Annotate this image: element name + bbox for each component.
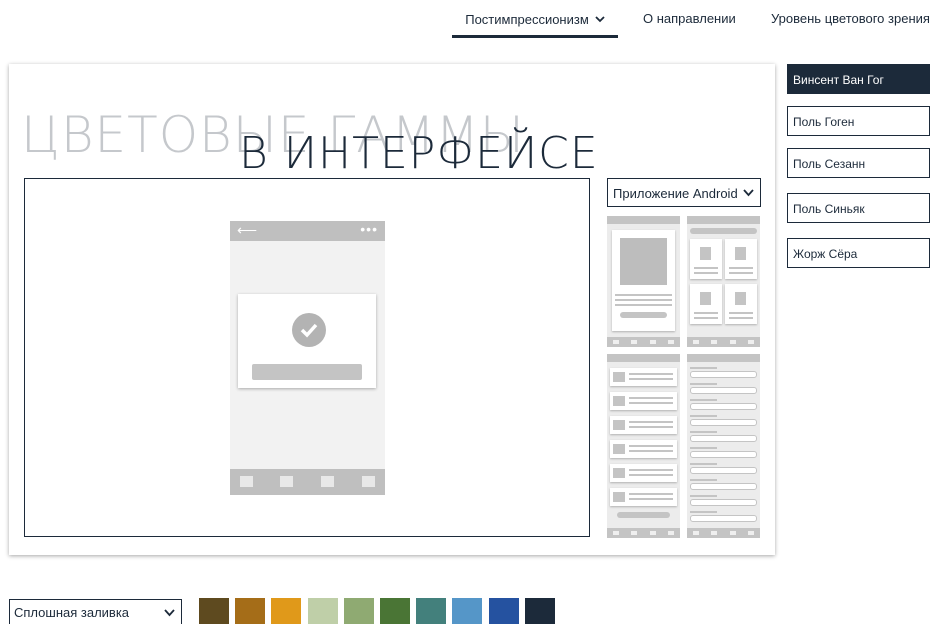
chevron-down-icon bbox=[595, 11, 605, 26]
app-type-label: Приложение Android bbox=[613, 186, 738, 201]
color-swatch[interactable] bbox=[307, 598, 338, 624]
nav-about-link[interactable]: О направлении bbox=[643, 11, 736, 26]
color-swatch[interactable] bbox=[199, 598, 229, 624]
fill-type-label: Сплошная заливка bbox=[14, 605, 130, 620]
app-type-select[interactable]: Приложение Android bbox=[607, 178, 761, 207]
artist-item-signac[interactable]: Поль Синьяк bbox=[787, 193, 930, 223]
page-title: В ИНТЕРФЕЙСЕ bbox=[239, 128, 599, 179]
dialog-button bbox=[252, 364, 362, 380]
color-swatch[interactable] bbox=[524, 598, 555, 624]
phone-mockup: ⟵ ••• bbox=[230, 221, 385, 495]
color-swatch[interactable] bbox=[488, 598, 519, 624]
main-card: ЦВЕТОВЫЕ ГАММЫ В ИНТЕРФЕЙСЕ ⟵ ••• Прилож… bbox=[9, 64, 775, 555]
screen-thumbnail-form[interactable] bbox=[687, 354, 760, 538]
artist-item-seurat[interactable]: Жорж Сёра bbox=[787, 238, 930, 268]
nav-style-label: Постимпрессионизм bbox=[465, 12, 589, 27]
artist-item-van-gogh[interactable]: Винсент Ван Гог bbox=[787, 64, 930, 94]
clipboard-icon bbox=[725, 239, 757, 279]
clipboard-icon bbox=[725, 284, 757, 324]
screen-thumbnail-detail[interactable] bbox=[607, 216, 680, 347]
color-swatch[interactable] bbox=[343, 598, 374, 624]
clipboard-icon bbox=[690, 239, 722, 279]
clipboard-icon bbox=[690, 284, 722, 324]
phone-app-bar: ⟵ ••• bbox=[230, 221, 385, 241]
artist-item-gauguin[interactable]: Поль Гоген bbox=[787, 106, 930, 136]
preview-panel: ⟵ ••• bbox=[24, 178, 590, 537]
check-icon bbox=[292, 313, 326, 347]
more-icon: ••• bbox=[360, 221, 378, 237]
image-icon bbox=[362, 476, 375, 487]
chevron-down-icon bbox=[164, 605, 175, 620]
success-dialog bbox=[238, 294, 376, 388]
artist-item-cezanne[interactable]: Поль Сезанн bbox=[787, 148, 930, 178]
top-nav: Постимпрессионизм О направлении Уровень … bbox=[0, 0, 932, 40]
image-placeholder-icon bbox=[620, 238, 667, 285]
phone-bottom-bar bbox=[230, 469, 385, 495]
fill-type-select[interactable]: Сплошная заливка bbox=[9, 599, 182, 624]
color-swatch[interactable] bbox=[380, 598, 410, 624]
color-swatch[interactable] bbox=[271, 598, 302, 624]
chevron-down-icon bbox=[743, 185, 754, 200]
screen-thumbnail-grid[interactable] bbox=[687, 216, 760, 347]
back-arrow-icon: ⟵ bbox=[237, 222, 258, 238]
color-swatch[interactable] bbox=[235, 598, 266, 624]
image-icon bbox=[280, 476, 293, 487]
nav-color-vision-link[interactable]: Уровень цветового зрения bbox=[771, 11, 930, 26]
color-swatch[interactable] bbox=[452, 598, 483, 624]
image-icon bbox=[321, 476, 334, 487]
nav-style-dropdown[interactable]: Постимпрессионизм bbox=[452, 11, 618, 38]
color-swatch[interactable] bbox=[416, 598, 447, 624]
screen-thumbnail-list[interactable] bbox=[607, 354, 680, 538]
image-icon bbox=[240, 476, 253, 487]
